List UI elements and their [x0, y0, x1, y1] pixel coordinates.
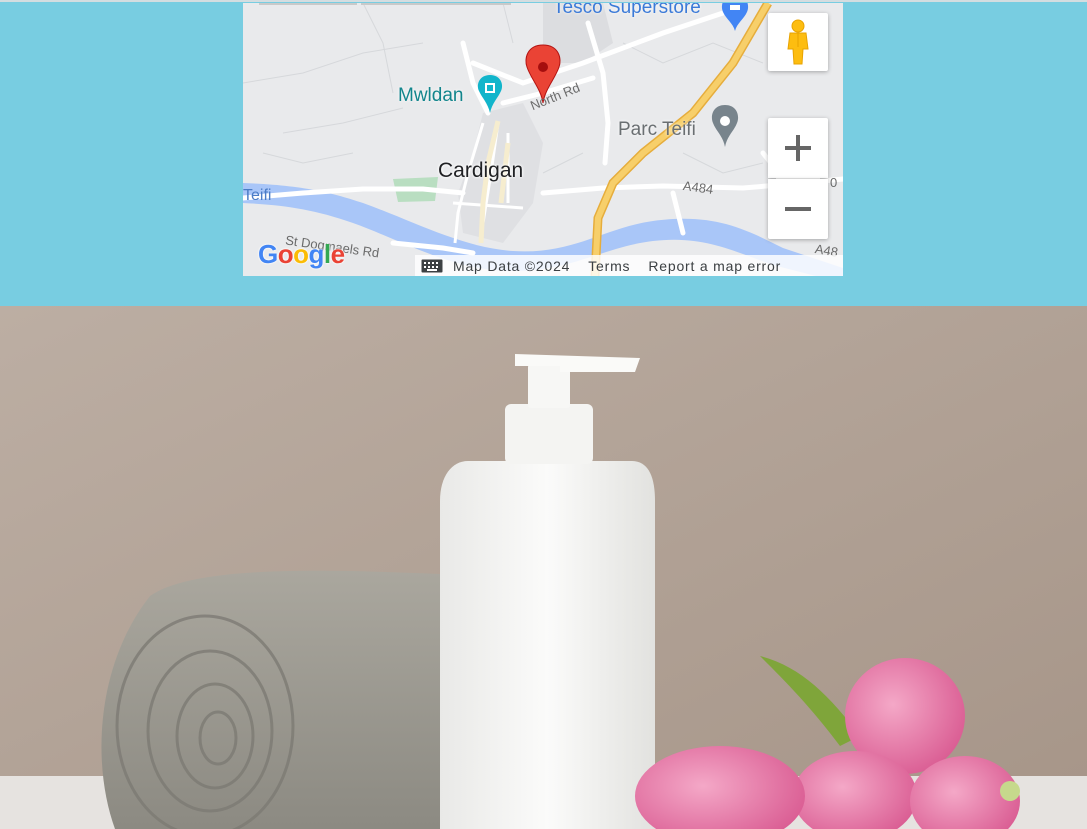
road-label-a484-edge: 0 — [830, 175, 838, 190]
photo-image — [0, 306, 1087, 829]
pegman-icon — [787, 19, 809, 65]
map-section: Tesco Superstore Mwldan Parc Teifi Cardi… — [0, 0, 1087, 306]
zoom-out-button[interactable] — [768, 179, 828, 239]
town-label: Cardigan — [438, 159, 524, 182]
map-attribution-bar: Map Data ©2024 Terms Report a map error — [415, 255, 843, 276]
map-tiles[interactable] — [243, 3, 843, 276]
park-label[interactable]: Parc Teifi — [618, 119, 696, 141]
river-label: Teifi — [243, 187, 272, 204]
terms-link[interactable]: Terms — [588, 258, 630, 274]
minus-icon — [785, 207, 811, 211]
street-view-pegman-button[interactable] — [768, 13, 828, 71]
keyboard-shortcuts-icon[interactable] — [421, 259, 443, 273]
map-data-text: Map Data ©2024 — [453, 257, 571, 274]
top-border — [0, 0, 1087, 2]
store-label[interactable]: Tesco Superstore — [553, 3, 701, 19]
zoom-in-button[interactable] — [768, 118, 828, 178]
report-map-error-link[interactable]: Report a map error — [648, 258, 781, 274]
embedded-map[interactable]: Tesco Superstore Mwldan Parc Teifi Cardi… — [243, 3, 843, 276]
plus-icon — [785, 135, 811, 161]
google-logo[interactable]: Google — [258, 239, 345, 270]
cinema-label[interactable]: Mwldan — [398, 85, 463, 107]
spa-products-photo — [0, 306, 1087, 829]
